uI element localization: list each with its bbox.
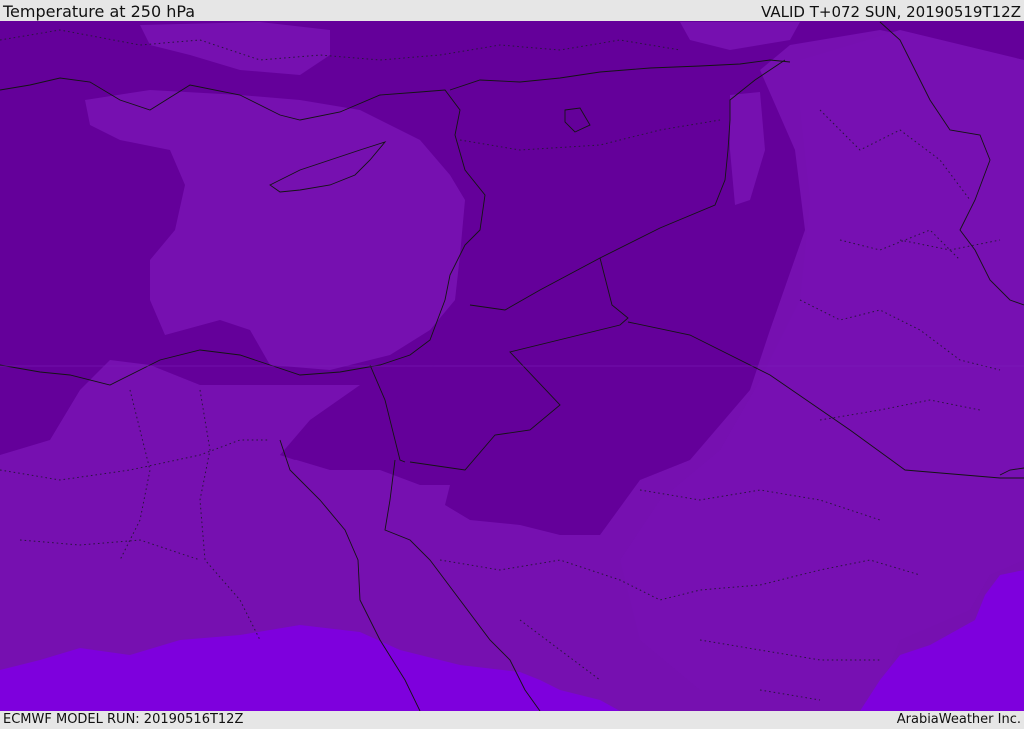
weather-map[interactable] bbox=[0, 21, 1024, 711]
valid-time: VALID T+072 SUN, 20190519T12Z bbox=[761, 3, 1021, 21]
header-bar: Temperature at 250 hPa VALID T+072 SUN, … bbox=[0, 0, 1024, 21]
temperature-map-svg bbox=[0, 21, 1024, 711]
map-title: Temperature at 250 hPa bbox=[3, 2, 196, 21]
model-run-label: ECMWF MODEL RUN: 20190516T12Z bbox=[3, 712, 244, 727]
footer-bar: ECMWF MODEL RUN: 20190516T12Z ArabiaWeat… bbox=[0, 711, 1024, 729]
credit-label: ArabiaWeather Inc. bbox=[896, 712, 1021, 727]
